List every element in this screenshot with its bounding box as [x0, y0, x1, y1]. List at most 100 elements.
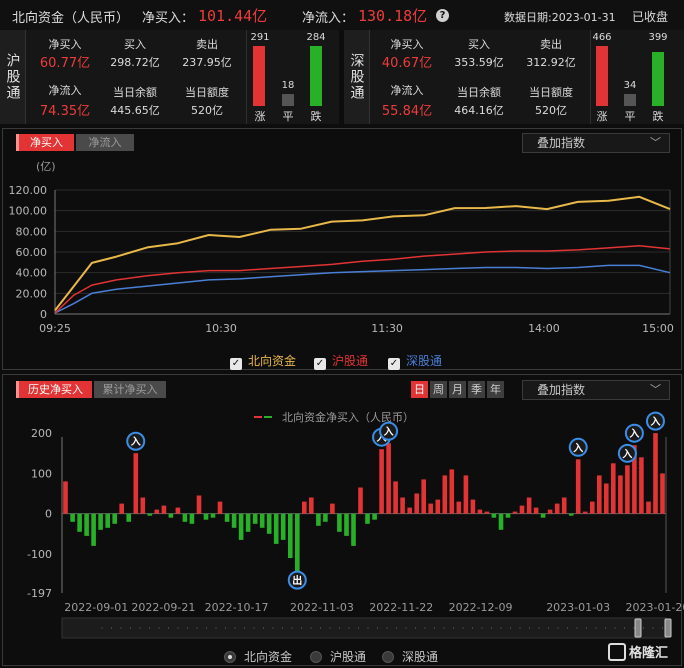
bar: [70, 513, 75, 522]
bar: [639, 457, 644, 514]
sh-connect-label: 沪股通: [0, 30, 26, 124]
y-tick-label: 60.00: [16, 246, 48, 259]
summary-header: 北向资金（人民币） 净买入： 101.44亿 净流入： 130.18亿 ? 数据…: [0, 0, 684, 30]
bar: [625, 465, 630, 514]
x-tick-label: 14:00: [528, 322, 560, 335]
bar: [597, 475, 602, 514]
legend-sh[interactable]: ✓ 沪股通: [314, 352, 368, 370]
bar: [421, 479, 426, 514]
checkbox-icon[interactable]: ✓: [314, 358, 326, 370]
bar: [561, 497, 567, 514]
bar: [414, 493, 419, 514]
sh-flat-label: 平: [282, 110, 294, 123]
sh-net-inflow-label: 净流入: [48, 84, 82, 97]
period-button[interactable]: 日: [411, 381, 428, 398]
bar: [379, 449, 384, 514]
checkbox-icon[interactable]: ✓: [388, 358, 400, 370]
bar: [653, 433, 658, 514]
period-button[interactable]: 季: [468, 381, 485, 398]
tab-cumulative-net-buy[interactable]: 累计净买入: [94, 381, 166, 398]
period-button[interactable]: 周: [430, 381, 447, 398]
chart-legend: 北向资金净买入（人民币）: [282, 410, 414, 424]
bar: [203, 513, 209, 520]
radio-icon[interactable]: [382, 651, 394, 663]
marker-label: 入: [650, 416, 660, 428]
checkbox-icon[interactable]: ✓: [230, 358, 242, 370]
sh-net-buy: 60.77亿: [39, 56, 91, 71]
radio-sz[interactable]: 深股通: [382, 648, 438, 665]
bar: [533, 507, 539, 514]
sh-balance-label: 当日余额: [113, 86, 157, 99]
radio-icon[interactable]: [310, 651, 322, 663]
navigator-left-handle[interactable]: [634, 618, 642, 638]
radio-north[interactable]: 北向资金: [224, 648, 292, 665]
y-tick-label: -100: [27, 548, 52, 561]
sz-flat-bar: [624, 94, 636, 106]
bar: [126, 513, 131, 522]
sz-connect-panel: 深股通 净买入 40.67亿 买入 353.59亿 卖出 312.92亿 净流入…: [344, 30, 684, 124]
radio-selected-icon[interactable]: [224, 651, 236, 663]
bar: [512, 511, 518, 514]
bar: [568, 513, 574, 516]
x-tick-label: 2022-09-01: [64, 601, 128, 614]
bar: [505, 513, 511, 518]
radio-sh[interactable]: 沪股通: [310, 648, 366, 665]
bar: [351, 513, 356, 546]
bar: [456, 501, 462, 514]
bar: [217, 501, 223, 514]
tab-net-buy[interactable]: 净买入: [16, 134, 74, 151]
net-buy-label: 净买入：: [142, 11, 195, 26]
bar: [449, 469, 455, 514]
sh-sell-label: 卖出: [196, 38, 218, 51]
help-icon[interactable]: ?: [436, 9, 449, 22]
period-button[interactable]: 年: [487, 381, 504, 398]
sh-flat-count: 18: [281, 80, 295, 91]
bar: [491, 513, 497, 518]
period-button[interactable]: 月: [449, 381, 466, 398]
bar: [442, 475, 448, 514]
bar: [435, 499, 441, 514]
bar: [526, 497, 532, 514]
sh-down-count: 284: [306, 32, 326, 43]
legend-north[interactable]: ✓ 北向资金: [230, 352, 296, 370]
inflow-marker-icon: 入: [126, 431, 146, 451]
bar: [105, 513, 110, 528]
bar: [91, 513, 96, 546]
tab-history-net-buy[interactable]: 历史净买入: [16, 381, 92, 398]
sz-net-buy: 40.67亿: [381, 56, 433, 71]
sz-sell: 312.92亿: [526, 56, 576, 69]
time-navigator: [61, 617, 667, 639]
app-root: 北向资金（人民币） 净买入： 101.44亿 净流入： 130.18亿 ? 数据…: [0, 0, 684, 668]
bar: [266, 513, 272, 534]
navigator-right-handle[interactable]: [664, 618, 672, 638]
legend-sz[interactable]: ✓ 深股通: [388, 352, 442, 370]
chevron-down-icon: ﹀: [650, 383, 661, 396]
bar: [77, 513, 82, 532]
bar: [224, 513, 230, 522]
market-status: 已收盘: [632, 10, 669, 24]
bar: [133, 453, 139, 514]
marker-label: 入: [622, 448, 632, 460]
marker-label: 入: [629, 428, 639, 440]
x-tick-label: 2023-01-20: [626, 601, 684, 614]
bar: [618, 475, 623, 514]
x-tick-label: 2022-11-22: [369, 601, 433, 614]
net-inflow-label: 净流入：: [302, 11, 355, 26]
sz-down-label: 跌: [652, 110, 664, 123]
y-tick-label: 0: [40, 308, 47, 321]
sz-up-label: 涨: [596, 110, 608, 123]
bar: [189, 513, 195, 524]
bar: [84, 513, 89, 536]
bar: [295, 513, 300, 579]
sz-flat-count: 34: [623, 80, 637, 91]
x-tick-label: 09:25: [39, 322, 71, 335]
bar: [302, 501, 307, 514]
intraday-line-chart: (亿) 0 20.00 40.00 60.00 80.00 100.00 120.00 09:2…: [9, 160, 674, 335]
sz-net-buy-label: 净买入: [390, 38, 424, 51]
bar: [280, 513, 286, 540]
bar: [63, 481, 68, 514]
x-tick-label: 15:00: [642, 322, 674, 335]
bar: [231, 513, 237, 528]
tab-net-inflow[interactable]: 净流入: [76, 134, 134, 151]
history-overlay-dropdown[interactable]: 叠加指数 ﹀: [522, 380, 670, 400]
